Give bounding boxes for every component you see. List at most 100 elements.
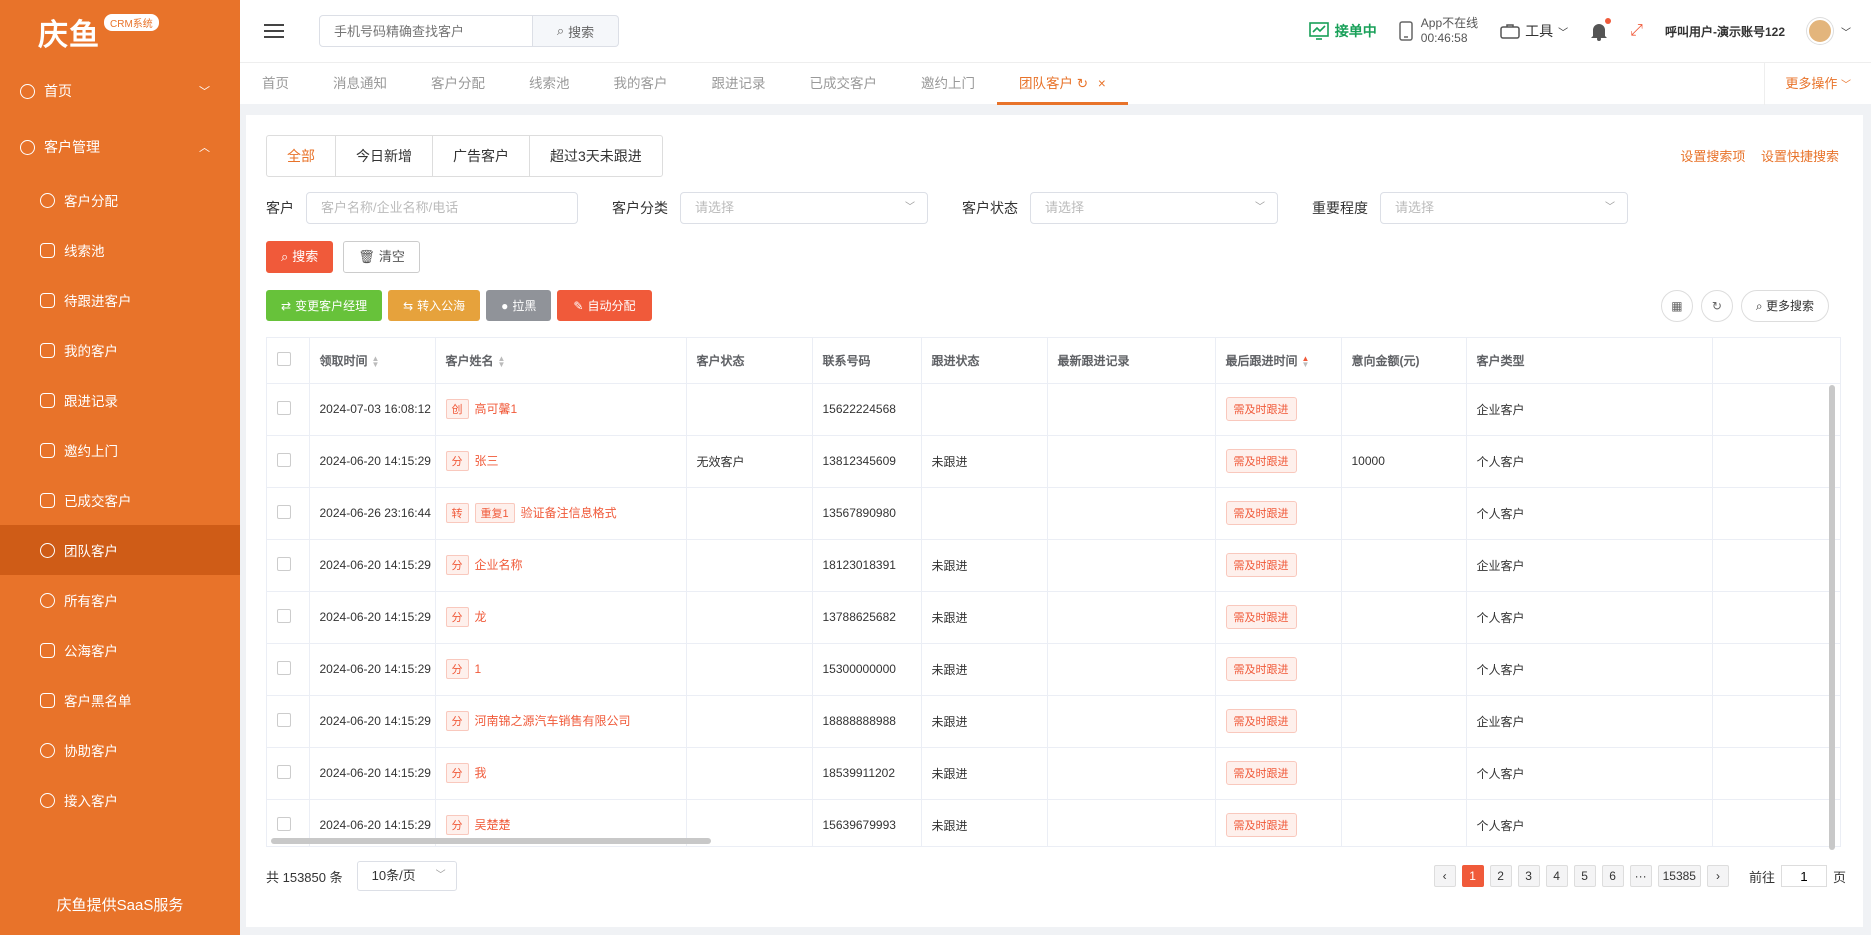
table-cell-extra <box>1712 799 1840 846</box>
page-number[interactable]: ··· <box>1629 865 1652 887</box>
sidebar-item-2[interactable]: 线索池 <box>0 225 240 275</box>
customer-name-link[interactable]: 高可馨1 <box>475 402 518 416</box>
receiving-status[interactable]: 接单中 <box>1308 21 1377 41</box>
phone-search-input[interactable] <box>319 15 533 47</box>
table-cell: 18888888988 <box>812 695 922 748</box>
more-operations[interactable]: 更多操作 ﹀ <box>1764 63 1871 105</box>
tab-6[interactable]: 跟进记录 <box>690 63 788 105</box>
customer-name-link[interactable]: 验证备注信息格式 <box>521 506 617 520</box>
category-tab-2[interactable]: 今日新增 <box>336 136 433 176</box>
status-filter-select[interactable]: 请选择 ﹀ <box>1030 192 1278 224</box>
tab-3[interactable]: 客户分配 <box>409 63 507 105</box>
sidebar-item-8[interactable]: 团队客户 <box>0 525 240 575</box>
sort-icon[interactable]: ▲ ▼ <box>498 354 506 368</box>
row-checkbox[interactable] <box>277 608 291 623</box>
customer-filter-input[interactable]: 客户名称/企业名称/电话 <box>306 192 578 224</box>
tab-7[interactable]: 已成交客户 <box>788 63 900 105</box>
tab-2[interactable]: 消息通知 <box>311 63 409 105</box>
page-number[interactable]: 4 <box>1545 865 1568 887</box>
set-quick-search-link[interactable]: 设置快捷搜索 <box>1761 149 1839 164</box>
row-checkbox[interactable] <box>277 764 291 779</box>
sidebar-item-10[interactable]: 公海客户 <box>0 625 240 675</box>
page-number[interactable]: 6 <box>1601 865 1624 887</box>
row-checkbox[interactable] <box>277 504 291 519</box>
customer-name-link[interactable]: 我 <box>475 766 487 780</box>
sidebar-item-home[interactable]: 首页 ﹀ <box>0 63 240 119</box>
fullscreen-icon[interactable]: ⤢ <box>1630 22 1643 40</box>
customer-name-link[interactable]: 张三 <box>475 454 499 468</box>
next-page-button[interactable]: › <box>1706 865 1729 887</box>
customer-name-link[interactable]: 河南锦之源汽车销售有限公司 <box>475 714 631 728</box>
page-number[interactable]: 15385 <box>1657 865 1701 887</box>
page-number[interactable]: 5 <box>1573 865 1596 887</box>
chevron-down-icon: ﹀ <box>1605 202 1615 213</box>
sidebar-item-6[interactable]: 邀约上门 <box>0 425 240 475</box>
category-tab-4[interactable]: 超过3天未跟进 <box>530 136 662 176</box>
more-search-button[interactable]: ⌕ 更多搜索 <box>1740 290 1829 322</box>
sidebar-item-7[interactable]: 已成交客户 <box>0 475 240 525</box>
sidebar-item-1[interactable]: 客户分配 <box>0 175 240 225</box>
tab-9[interactable]: 团队客户 ↻ × <box>997 63 1128 105</box>
refresh-icon[interactable]: ↻ <box>1073 76 1088 91</box>
page-number[interactable]: 1 <box>1461 865 1484 887</box>
search-button[interactable]: ⌕ 搜索 <box>266 241 334 273</box>
row-checkbox[interactable] <box>277 452 291 467</box>
sidebar-item-11[interactable]: 客户黑名单 <box>0 675 240 725</box>
horizontal-scrollbar[interactable] <box>271 838 711 844</box>
page-number[interactable]: 3 <box>1517 865 1540 887</box>
select-all-checkbox[interactable] <box>277 351 291 366</box>
phone-search-button[interactable]: ⌕ 搜索 <box>533 15 619 47</box>
blacklist-button[interactable]: ● 拉黑 <box>486 290 552 321</box>
vertical-scrollbar[interactable] <box>1829 385 1835 850</box>
page-number[interactable]: 2 <box>1489 865 1512 887</box>
row-checkbox[interactable] <box>277 660 291 675</box>
customer-name-link[interactable]: 吴楚楚 <box>475 818 511 832</box>
importance-filter-select[interactable]: 请选择 ﹀ <box>1380 192 1628 224</box>
close-icon[interactable]: × <box>1094 76 1106 91</box>
customer-name-link[interactable]: 企业名称 <box>475 558 523 572</box>
clear-button[interactable]: 🗑 清空 <box>343 241 420 273</box>
sort-icon[interactable]: ▲ ▼ <box>1302 354 1310 368</box>
app-status[interactable]: App不在线 00:46:58 <box>1399 16 1478 46</box>
sidebar-item-5[interactable]: 跟进记录 <box>0 375 240 425</box>
table-cell: 创高可馨1 <box>435 383 687 436</box>
sort-icon[interactable]: ▲ ▼ <box>372 354 380 368</box>
row-checkbox[interactable] <box>277 556 291 571</box>
logo[interactable]: 庆鱼 CRM系统 <box>0 0 240 63</box>
refresh-button[interactable]: ↻ <box>1700 290 1733 322</box>
sidebar-item-12[interactable]: 协助客户 <box>0 725 240 775</box>
sidebar-item-4[interactable]: 我的客户 <box>0 325 240 375</box>
change-manager-button[interactable]: ⇄ 变更客户经理 <box>266 290 383 321</box>
notification-bell[interactable] <box>1590 18 1612 41</box>
category-tab-3[interactable]: 广告客户 <box>433 136 530 176</box>
menu-toggle-icon[interactable] <box>264 24 284 38</box>
sidebar-item-9[interactable]: 所有客户 <box>0 575 240 625</box>
row-checkbox[interactable] <box>277 816 291 831</box>
current-user[interactable]: 呼叫用户-演示账号122 <box>1665 23 1785 40</box>
table-cell-extra <box>1712 695 1840 748</box>
column-settings-button[interactable]: ▦ <box>1660 290 1693 322</box>
auto-assign-button[interactable]: ✎ 自动分配 <box>557 290 652 321</box>
row-checkbox[interactable] <box>277 400 291 415</box>
sidebar-item-13[interactable]: 接入客户 <box>0 775 240 825</box>
category-filter-select[interactable]: 请选择 ﹀ <box>680 192 928 224</box>
tools-menu[interactable]: 工具 ﹀ <box>1500 21 1568 41</box>
prev-page-button[interactable]: ‹ <box>1433 865 1456 887</box>
tab-5[interactable]: 我的客户 <box>592 63 690 105</box>
to-public-pool-button[interactable]: ⇆ 转入公海 <box>388 290 481 321</box>
row-checkbox[interactable] <box>277 712 291 727</box>
tab-4[interactable]: 线索池 <box>507 63 592 105</box>
set-search-items-link[interactable]: 设置搜索项 <box>1680 149 1745 164</box>
customer-name-link[interactable]: 1 <box>475 662 482 676</box>
refresh-icon: ↻ <box>1711 299 1722 313</box>
tab-1[interactable]: 首页 <box>240 63 311 105</box>
goto-suffix: 页 <box>1832 869 1846 885</box>
sidebar-group-customer-mgmt[interactable]: 客户管理 ︿ <box>0 119 240 175</box>
category-tab-1[interactable]: 全部 <box>267 136 336 176</box>
page-size-select[interactable]: 10条/页 ﹀ <box>356 861 457 891</box>
tab-8[interactable]: 邀约上门 <box>899 63 997 105</box>
customer-name-link[interactable]: 龙 <box>475 610 487 624</box>
goto-page-input[interactable] <box>1780 865 1827 887</box>
sidebar-item-3[interactable]: 待跟进客户 <box>0 275 240 325</box>
avatar[interactable]: ﹀ <box>1807 18 1851 44</box>
